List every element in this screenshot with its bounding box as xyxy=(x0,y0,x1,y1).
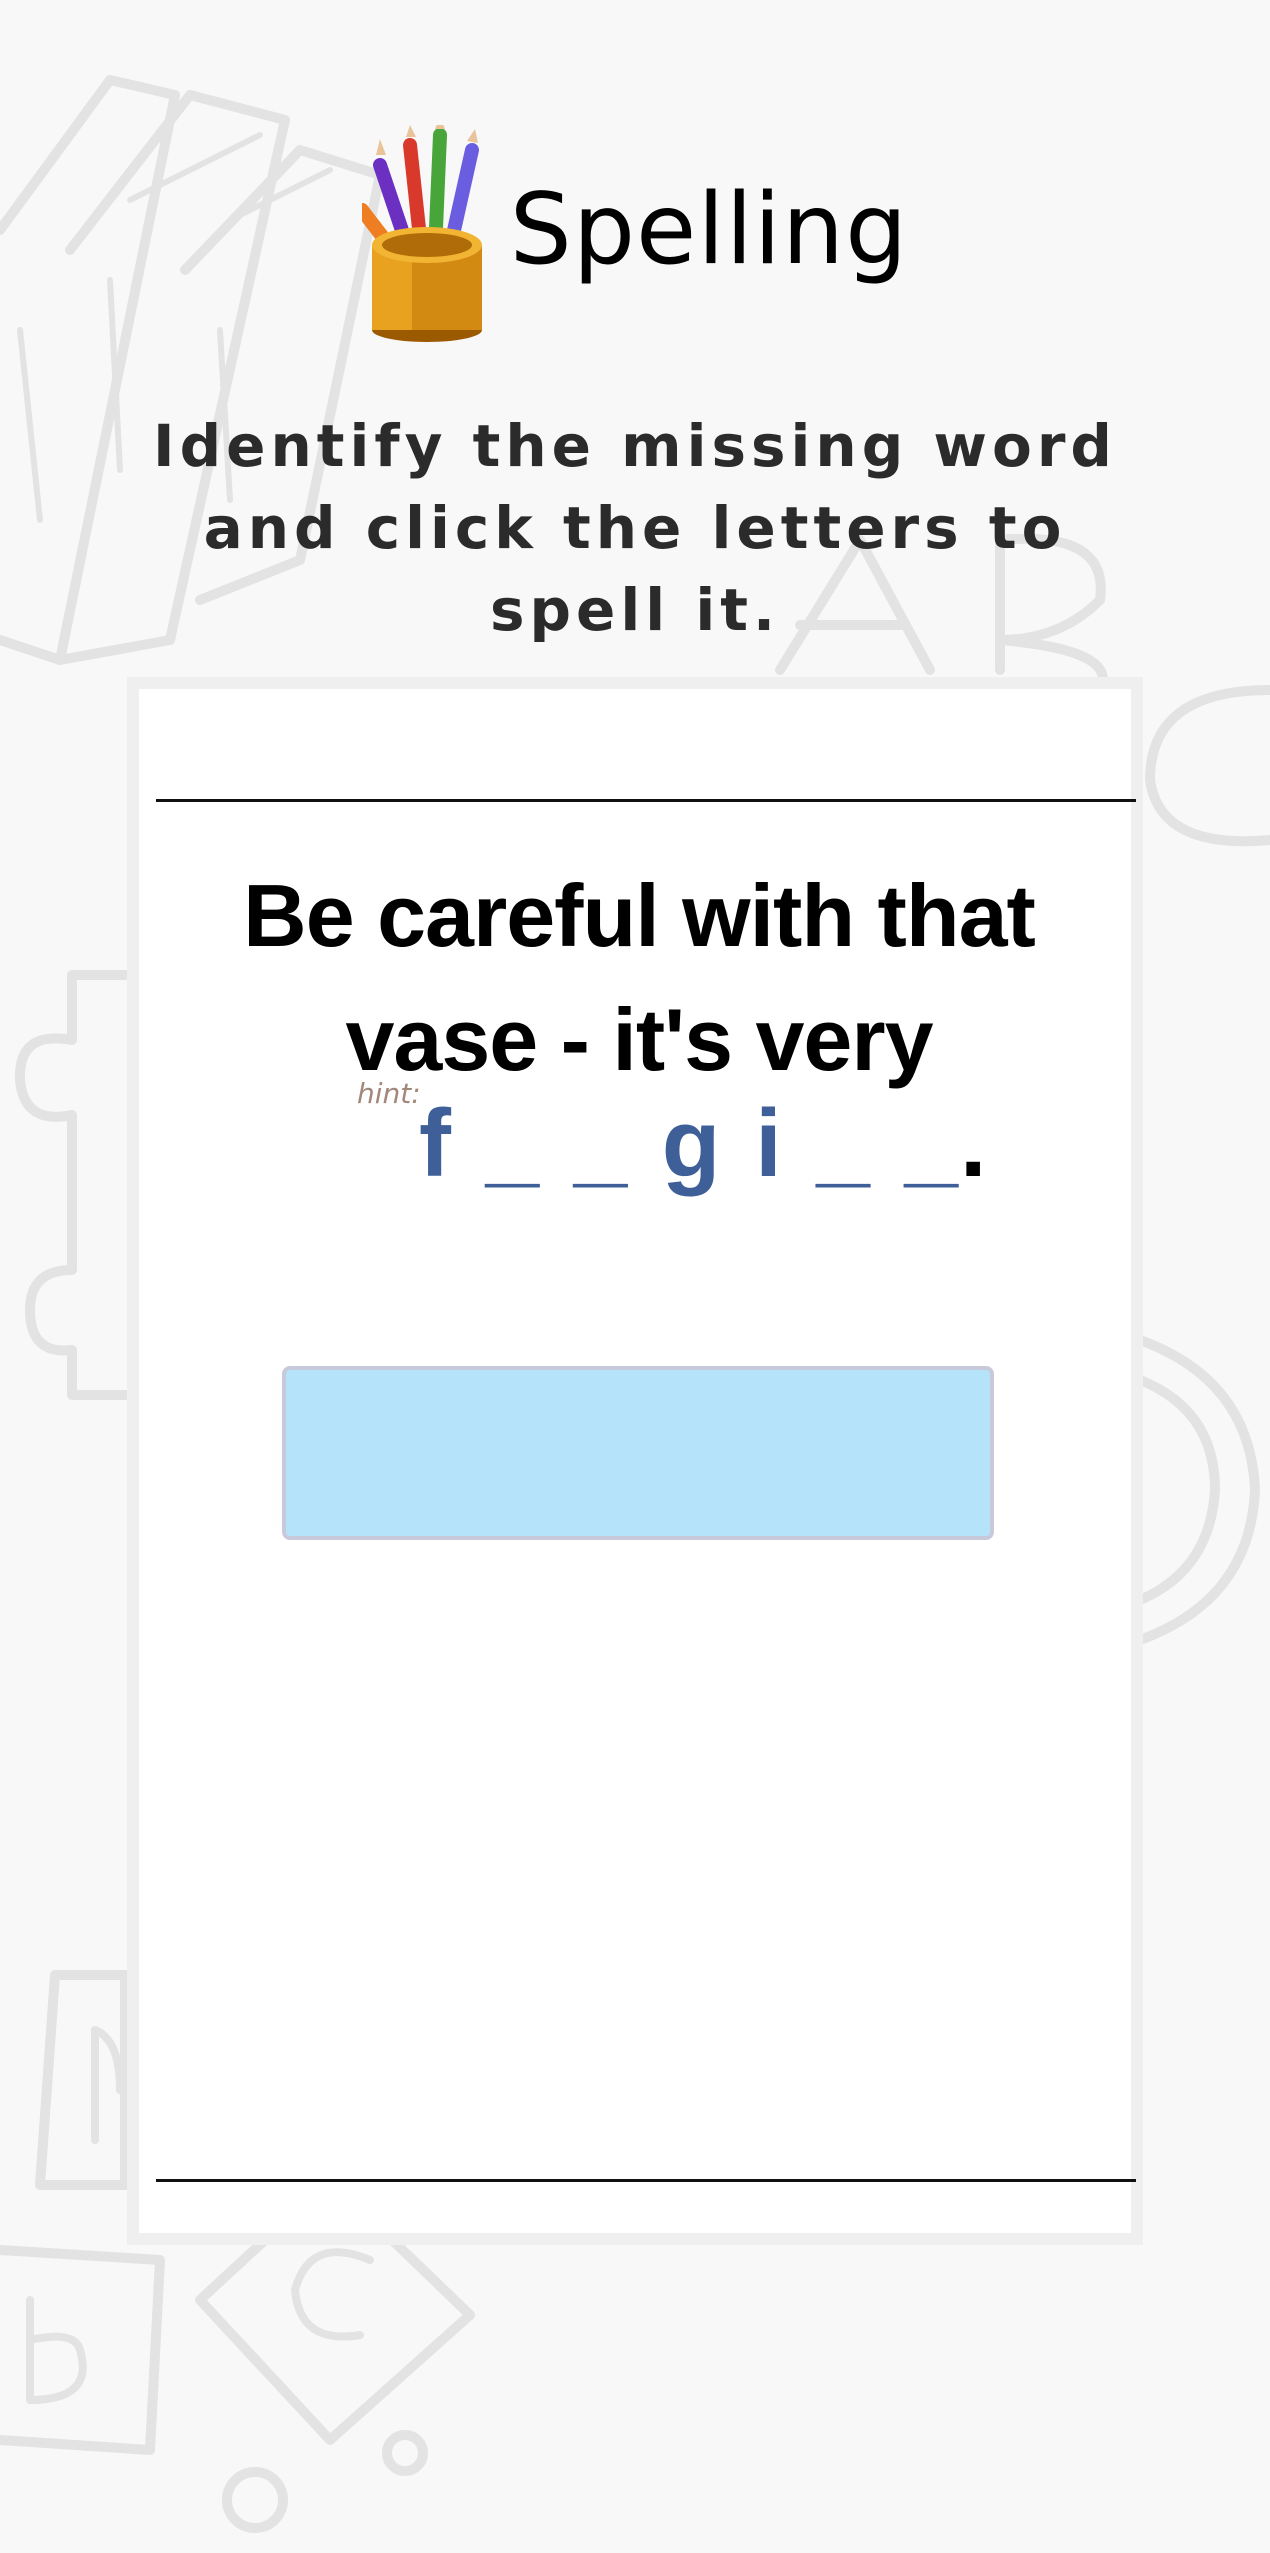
letter-c-doodle xyxy=(1145,685,1270,847)
hint-word: f _ _ g i _ _. xyxy=(419,1089,991,1199)
card-top-divider xyxy=(156,799,1136,802)
app-header: Spelling xyxy=(0,120,1270,350)
block-b-doodle xyxy=(0,2245,165,2455)
spelling-page: Spelling Identify the missing word and c… xyxy=(0,0,1270,2553)
answer-input-box[interactable] xyxy=(282,1366,994,1540)
question-card: Be careful with that vase - it's very hi… xyxy=(127,677,1143,2245)
instructions-text: Identify the missing word and click the … xyxy=(153,412,1117,644)
block-a-doodle xyxy=(35,1970,130,2190)
page-title: Spelling xyxy=(509,173,909,287)
question-sentence: Be careful with that vase - it's very xyxy=(243,866,1036,1089)
hint-pattern: f _ _ g i _ _ xyxy=(419,1090,962,1197)
card-bottom-divider xyxy=(156,2179,1136,2182)
puzzle-doodle xyxy=(14,970,130,1400)
sentence-period: . xyxy=(959,1090,991,1197)
hint-label: hint: xyxy=(357,1077,421,1110)
pencil-cup-icon xyxy=(361,125,482,342)
ring-doodle xyxy=(1135,1335,1260,1645)
